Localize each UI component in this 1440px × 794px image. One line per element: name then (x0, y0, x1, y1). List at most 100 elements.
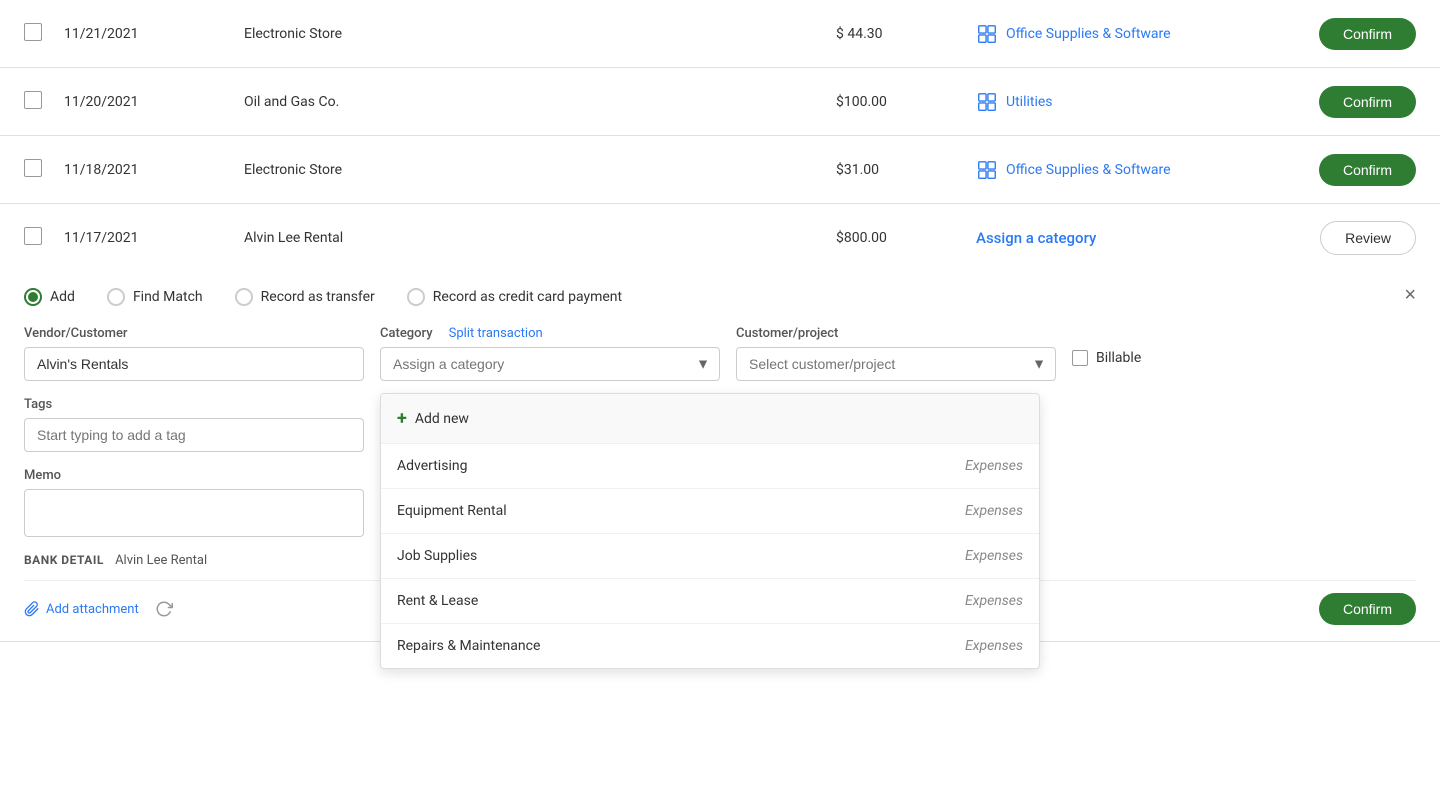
dropdown-category-type: Expenses (965, 548, 1023, 564)
dropdown-category-name: Advertising (397, 458, 467, 474)
assign-category-link[interactable]: Assign a category (976, 229, 1096, 247)
transaction-row: 11/21/2021 Electronic Store $ 44.30 Offi… (0, 0, 1440, 68)
customer-group: Customer/project ▼ (736, 326, 1056, 381)
row-checkbox[interactable] (24, 23, 42, 41)
category-icon (976, 23, 998, 45)
transaction-table: 11/21/2021 Electronic Store $ 44.30 Offi… (0, 0, 1440, 642)
plus-icon: + (397, 408, 407, 429)
transaction-amount: $800.00 (836, 230, 976, 246)
billable-checkbox[interactable] (1072, 350, 1088, 366)
radio-add-label: Add (50, 289, 75, 305)
confirm-button[interactable]: Confirm (1319, 86, 1416, 118)
radio-record-transfer-label: Record as transfer (261, 289, 375, 305)
dropdown-item-equipment-rental[interactable]: Equipment Rental Expenses (381, 489, 1039, 534)
close-button[interactable]: × (1404, 284, 1416, 307)
row-checkbox-col (24, 227, 64, 249)
sync-icon (155, 600, 173, 618)
transaction-row: 11/20/2021 Oil and Gas Co. $100.00 Utili… (0, 68, 1440, 136)
add-new-label: + Add new (397, 408, 469, 429)
dropdown-item-rent-lease[interactable]: Rent & Lease Expenses (381, 579, 1039, 624)
action-col: Confirm (1256, 154, 1416, 186)
row-checkbox[interactable] (24, 159, 42, 177)
sync-icon-group (155, 600, 173, 618)
memo-label: Memo (24, 468, 364, 483)
customer-input[interactable] (736, 347, 1056, 381)
form-row-1: Vendor/Customer Category Split transacti… (24, 326, 1416, 381)
billable-label: Billable (1096, 350, 1141, 366)
category-label: Category (380, 326, 433, 341)
radio-add[interactable]: Add (24, 288, 75, 306)
customer-label: Customer/project (736, 326, 1056, 341)
action-col: Review (1256, 221, 1416, 255)
transaction-category-col: Office Supplies & Software (976, 23, 1256, 45)
add-new-text: Add new (415, 411, 469, 427)
dropdown-item-job-supplies[interactable]: Job Supplies Expenses (381, 534, 1039, 579)
dropdown-category-name: Job Supplies (397, 548, 477, 564)
radio-credit-card[interactable]: Record as credit card payment (407, 288, 622, 306)
radio-record-transfer-circle (235, 288, 253, 306)
confirm-button[interactable]: Confirm (1319, 18, 1416, 50)
transaction-category-col: Office Supplies & Software (976, 159, 1256, 181)
dropdown-category-type: Expenses (965, 638, 1023, 654)
dropdown-category-type: Expenses (965, 593, 1023, 609)
customer-input-wrapper: ▼ (736, 347, 1056, 381)
category-icon (976, 91, 998, 113)
dropdown-category-name: Equipment Rental (397, 503, 507, 519)
category-input-wrapper: ▼ + Add new ▶ Advertising Expenses (380, 347, 720, 381)
radio-find-match-label: Find Match (133, 289, 203, 305)
action-col: Confirm (1256, 86, 1416, 118)
radio-credit-card-label: Record as credit card payment (433, 289, 622, 305)
transaction-vendor: Electronic Store (244, 162, 836, 178)
transaction-category-col: Assign a category (976, 229, 1256, 247)
add-attachment-label: Add attachment (46, 602, 139, 617)
dropdown-add-new[interactable]: + Add new ▶ (381, 394, 1039, 444)
dropdown-category-name: Repairs & Maintenance (397, 638, 540, 654)
confirm-button[interactable]: Confirm (1319, 154, 1416, 186)
row-checkbox[interactable] (24, 91, 42, 109)
radio-credit-card-circle (407, 288, 425, 306)
category-input[interactable] (380, 347, 720, 381)
radio-add-circle (24, 288, 42, 306)
attachment-icon (24, 601, 40, 617)
transaction-date: 11/21/2021 (64, 26, 244, 42)
split-transaction-link[interactable]: Split transaction (449, 326, 543, 341)
transaction-vendor: Electronic Store (244, 26, 836, 42)
dropdown-category-type: Expenses (965, 503, 1023, 519)
transaction-vendor: Alvin Lee Rental (244, 230, 836, 246)
transaction-row-expanded: 11/17/2021 Alvin Lee Rental $800.00 Assi… (0, 204, 1440, 272)
row-checkbox[interactable] (24, 227, 42, 245)
transaction-date: 11/18/2021 (64, 162, 244, 178)
radio-find-match-circle (107, 288, 125, 306)
category-link[interactable]: Office Supplies & Software (1006, 26, 1171, 42)
transaction-category-col: Utilities (976, 91, 1256, 113)
transaction-amount: $31.00 (836, 162, 976, 178)
transaction-date: 11/20/2021 (64, 94, 244, 110)
review-button[interactable]: Review (1320, 221, 1416, 255)
bank-detail-value: Alvin Lee Rental (115, 553, 207, 568)
category-dropdown: + Add new ▶ Advertising Expenses Equipme… (380, 393, 1040, 669)
row-checkbox-col (24, 23, 64, 45)
bank-detail-label: BANK DETAIL (24, 553, 104, 567)
vendor-group: Vendor/Customer (24, 326, 364, 381)
row-checkbox-col (24, 91, 64, 113)
vendor-input[interactable] (24, 347, 364, 381)
radio-record-transfer[interactable]: Record as transfer (235, 288, 375, 306)
transaction-amount: $100.00 (836, 94, 976, 110)
memo-group: Memo (24, 468, 364, 537)
dropdown-item-advertising[interactable]: Advertising Expenses (381, 444, 1039, 489)
category-icon (976, 159, 998, 181)
tags-group: Tags (24, 397, 364, 452)
add-attachment-link[interactable]: Add attachment (24, 601, 139, 617)
transaction-row: 11/18/2021 Electronic Store $31.00 Offic… (0, 136, 1440, 204)
memo-input[interactable] (24, 489, 364, 537)
vendor-label: Vendor/Customer (24, 326, 364, 341)
expanded-panel: × Add Find Match Record as transfer Reco… (0, 272, 1440, 642)
confirm-bottom-button[interactable]: Confirm (1319, 593, 1416, 625)
dropdown-item-repairs[interactable]: Repairs & Maintenance Expenses (381, 624, 1039, 668)
category-link[interactable]: Utilities (1006, 94, 1053, 110)
category-link[interactable]: Office Supplies & Software (1006, 162, 1171, 178)
transaction-vendor: Oil and Gas Co. (244, 94, 836, 110)
radio-find-match[interactable]: Find Match (107, 288, 203, 306)
row-checkbox-col (24, 159, 64, 181)
tags-input[interactable] (24, 418, 364, 452)
